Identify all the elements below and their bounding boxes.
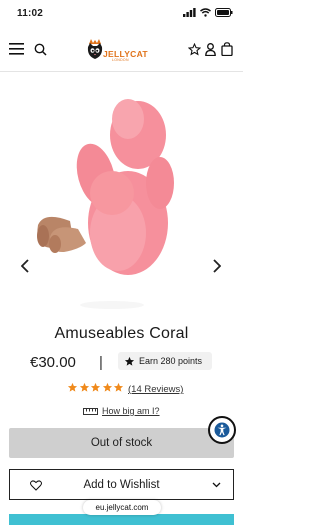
jellycat-cat-logo-icon[interactable] (85, 38, 105, 62)
status-time: 11:02 (17, 8, 44, 19)
browser-url-pill[interactable]: eu.jellycat.com (83, 500, 161, 515)
accessibility-button[interactable] (208, 416, 236, 444)
reviews-link[interactable]: (14 Reviews) (128, 384, 183, 395)
wifi-icon (200, 8, 211, 17)
notify-bar[interactable] (9, 514, 234, 525)
add-to-wishlist-button[interactable]: Add to Wishlist (9, 469, 234, 500)
rating-star-icon (102, 382, 112, 392)
rating-star-icon (67, 382, 78, 392)
user-icon[interactable] (205, 43, 216, 56)
battery-icon (215, 8, 233, 17)
ruler-icon (83, 407, 98, 415)
points-star-icon (124, 356, 135, 366)
rating-stars[interactable] (67, 382, 124, 393)
accessibility-icon (214, 422, 230, 438)
menu-icon[interactable] (9, 43, 24, 55)
wishlist-label: Add to Wishlist (83, 478, 160, 491)
header-divider (0, 71, 243, 72)
points-label: Earn 280 points (139, 356, 203, 366)
product-title: Amuseables Coral (54, 325, 189, 342)
logo-subtitle: LONDON (112, 58, 129, 62)
star-icon[interactable] (188, 43, 201, 56)
price-separator: | (99, 354, 103, 371)
signal-icon (183, 8, 196, 17)
size-guide-label[interactable]: How big am I? (102, 406, 160, 416)
points-badge: Earn 280 points (118, 352, 212, 370)
search-icon[interactable] (34, 43, 47, 56)
product-image[interactable] (0, 73, 243, 313)
status-icons (183, 8, 233, 17)
size-guide-link[interactable]: How big am I? (83, 406, 160, 416)
next-image-arrow-icon[interactable] (208, 257, 226, 275)
rating-star-icon (90, 382, 101, 392)
bag-icon[interactable] (221, 42, 233, 56)
heart-icon (30, 480, 42, 491)
product-price: €30.00 (30, 354, 76, 371)
chevron-down-icon[interactable] (212, 482, 221, 488)
previous-image-arrow-icon[interactable] (16, 257, 34, 275)
out-of-stock-button[interactable]: Out of stock (9, 428, 234, 458)
rating-star-icon (113, 382, 124, 392)
rating-star-icon (79, 382, 89, 392)
